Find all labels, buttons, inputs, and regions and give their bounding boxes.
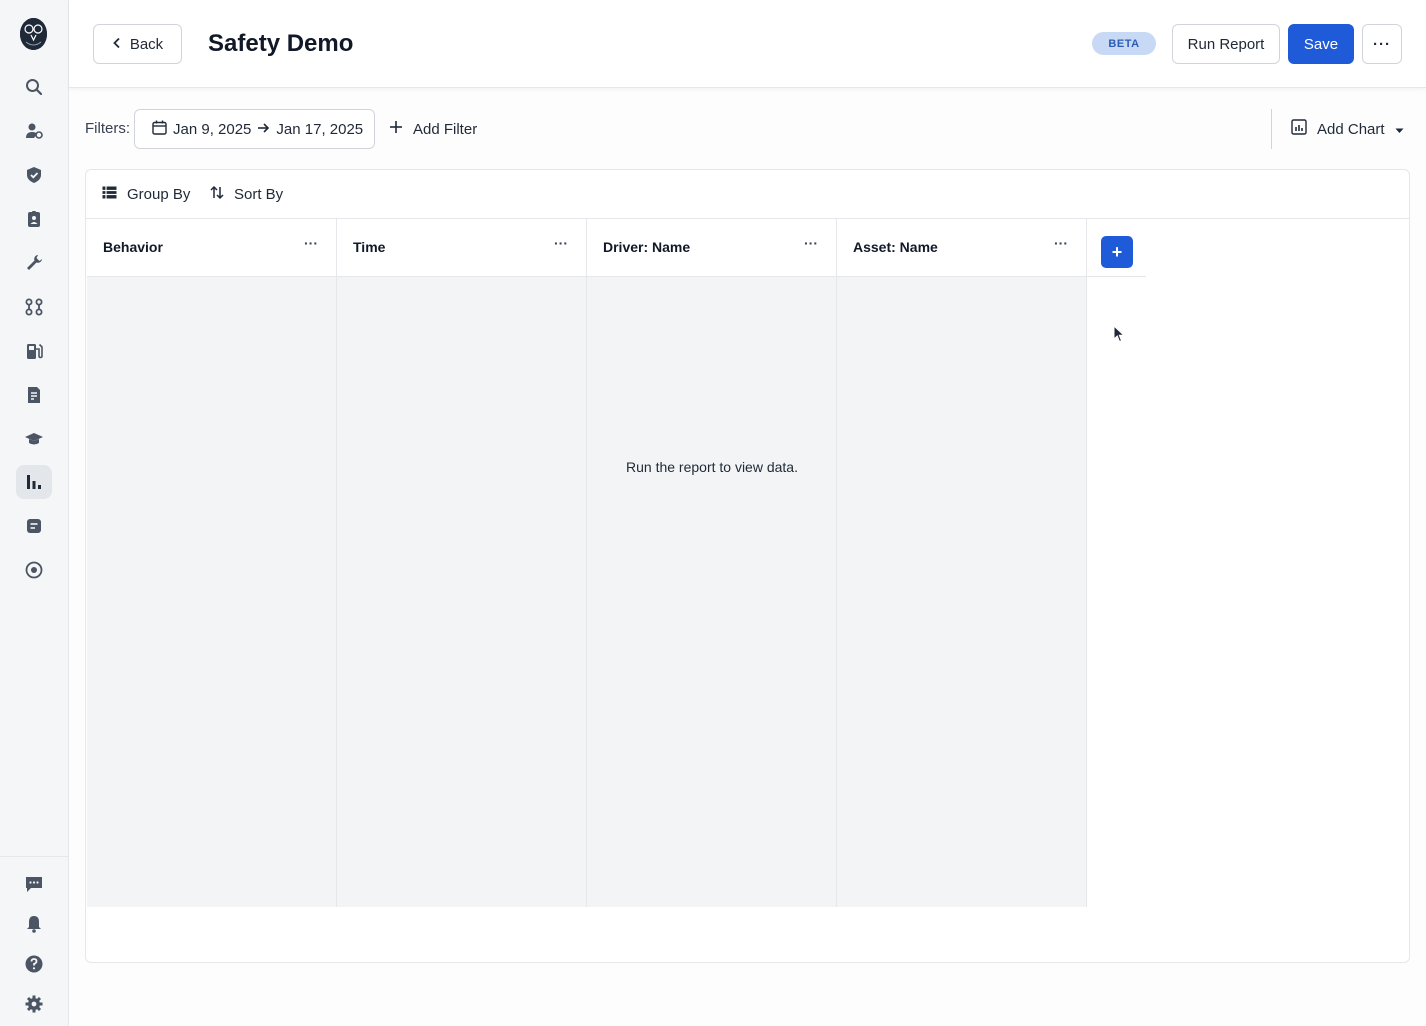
sidebar-divider	[0, 856, 69, 857]
bar-chart-icon[interactable]	[16, 465, 52, 499]
add-filter-button[interactable]: Add Filter	[389, 109, 477, 149]
back-button[interactable]: Back	[93, 24, 182, 64]
caret-down-icon	[1395, 121, 1404, 138]
graduation-cap-icon[interactable]	[16, 422, 52, 456]
sort-icon	[210, 185, 224, 204]
arrow-right-icon	[257, 121, 270, 138]
group-by-label: Group By	[127, 185, 191, 203]
page-title: Safety Demo	[208, 30, 354, 57]
add-column-area: +	[1087, 219, 1146, 277]
add-filter-label: Add Filter	[413, 120, 478, 138]
owl-logo-icon[interactable]	[20, 18, 47, 50]
column-menu-button[interactable]: ···	[554, 235, 568, 251]
run-report-button[interactable]: Run Report	[1172, 24, 1280, 64]
add-chart-label: Add Chart	[1317, 120, 1385, 138]
table-icon	[102, 186, 117, 203]
page-header: Back Safety Demo BETA Run Report Save ··…	[69, 0, 1426, 88]
column-menu-button[interactable]: ···	[1054, 235, 1068, 251]
column-header-driver-name[interactable]: Driver: Name ···	[587, 219, 837, 277]
group-by-button[interactable]: Group By	[102, 182, 190, 206]
document-icon[interactable]	[16, 378, 52, 412]
chevron-left-icon	[112, 36, 122, 53]
fuel-icon[interactable]	[16, 334, 52, 368]
empty-state-message: Run the report to view data.	[626, 459, 798, 475]
column-header-asset-name[interactable]: Asset: Name ···	[837, 219, 1087, 277]
filter-divider	[1271, 109, 1272, 149]
filters-label: Filters:	[85, 120, 130, 137]
search-icon[interactable]	[16, 70, 52, 104]
sort-by-button[interactable]: Sort By	[210, 182, 283, 206]
column-body	[337, 277, 587, 907]
column-label: Behavior	[103, 239, 163, 255]
bell-icon[interactable]	[16, 907, 52, 941]
save-button[interactable]: Save	[1288, 24, 1354, 64]
column-menu-button[interactable]: ···	[304, 235, 318, 251]
date-end: Jan 17, 2025	[276, 120, 364, 138]
chat-icon[interactable]	[16, 867, 52, 901]
add-chart-button[interactable]: Add Chart	[1291, 109, 1404, 149]
wrench-icon[interactable]	[16, 246, 52, 280]
plus-icon	[389, 120, 403, 138]
column-body	[587, 277, 837, 907]
route-icon[interactable]	[16, 290, 52, 324]
date-range-filter[interactable]: Jan 9, 2025 Jan 17, 2025	[134, 109, 375, 149]
more-options-button[interactable]: ···	[1362, 24, 1402, 64]
column-label: Driver: Name	[603, 239, 691, 255]
column-label: Time	[353, 239, 386, 255]
calendar-icon	[152, 120, 167, 139]
column-menu-button[interactable]: ···	[804, 235, 818, 251]
report-panel: Group By Sort By Behavior ··· Time ··· D…	[85, 169, 1410, 963]
chart-add-icon	[1291, 119, 1307, 139]
shield-icon[interactable]	[16, 158, 52, 192]
id-badge-icon[interactable]	[16, 202, 52, 236]
back-button-label: Back	[129, 35, 164, 53]
column-body	[837, 277, 1087, 907]
target-icon[interactable]	[16, 553, 52, 587]
beta-badge: BETA	[1092, 32, 1156, 55]
gear-icon[interactable]	[16, 987, 52, 1021]
add-column-button[interactable]: +	[1101, 236, 1133, 268]
column-header-time[interactable]: Time ···	[337, 219, 587, 277]
report-toolbar: Group By Sort By	[86, 170, 1409, 219]
sort-by-label: Sort By	[234, 185, 284, 203]
column-body	[87, 277, 337, 907]
message-icon[interactable]	[16, 509, 52, 543]
column-label: Asset: Name	[853, 239, 938, 255]
mouse-cursor-icon	[1113, 324, 1126, 348]
help-icon[interactable]	[16, 947, 52, 981]
sidebar	[0, 0, 69, 1026]
driver-icon[interactable]	[16, 114, 52, 148]
column-header-behavior[interactable]: Behavior ···	[87, 219, 337, 277]
date-start: Jan 9, 2025	[173, 120, 252, 138]
